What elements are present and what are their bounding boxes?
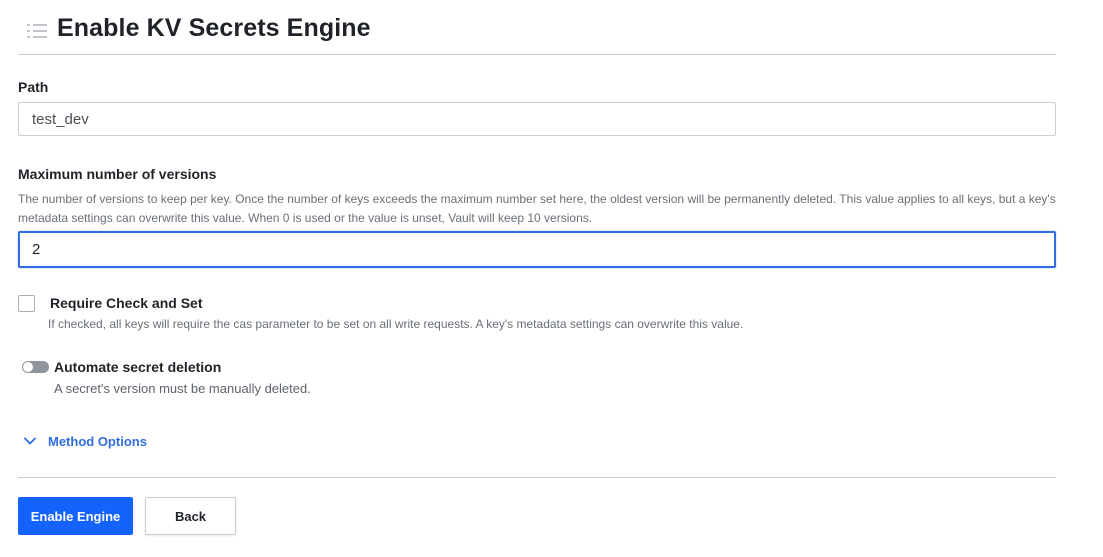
path-input[interactable] [18, 102, 1056, 136]
max-versions-label: Maximum number of versions [18, 166, 217, 182]
page-title: Enable KV Secrets Engine [57, 14, 371, 42]
method-options-toggle[interactable]: Method Options [24, 431, 147, 451]
auto-delete-label[interactable]: Automate secret deletion [54, 359, 221, 375]
method-options-label: Method Options [48, 433, 147, 449]
page-header: Enable KV Secrets Engine [18, 10, 1056, 55]
back-button[interactable]: Back [145, 497, 236, 535]
toggle-knob [23, 362, 33, 372]
footer-divider [18, 477, 1056, 478]
cas-checkbox[interactable] [18, 295, 35, 312]
list-icon [27, 24, 47, 38]
cas-help: If checked, all keys will require the ca… [48, 317, 744, 331]
max-versions-input[interactable] [18, 231, 1056, 268]
auto-delete-help: A secret's version must be manually dele… [54, 381, 311, 396]
auto-delete-toggle[interactable] [22, 361, 49, 373]
cas-label[interactable]: Require Check and Set [50, 295, 203, 311]
enable-engine-button[interactable]: Enable Engine [18, 497, 133, 535]
enable-kv-secrets-engine-page: Enable KV Secrets Engine Path Maximum nu… [0, 0, 1103, 557]
max-versions-help: The number of versions to keep per key. … [18, 192, 1056, 225]
path-label: Path [18, 79, 49, 95]
chevron-down-icon [24, 437, 36, 445]
